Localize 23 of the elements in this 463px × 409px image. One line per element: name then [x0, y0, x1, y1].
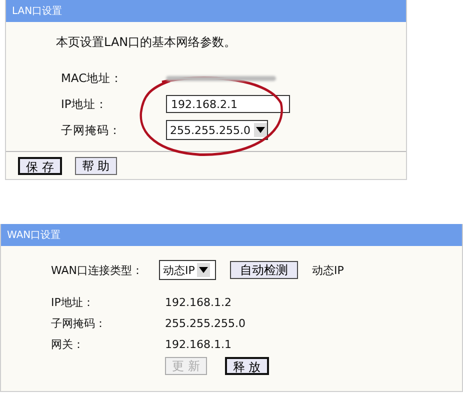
form-button[interactable]: 释 放 — [224, 357, 269, 375]
subnet-mask-dropdown[interactable]: 255.255.255.0 — [166, 120, 268, 140]
field-label: 网关： — [51, 337, 85, 352]
caret-icon — [256, 127, 266, 133]
field-label: 子网掩码： — [61, 122, 122, 138]
description-text: 本页设置LAN口的基本网络参数。 — [55, 34, 238, 51]
caret-icon — [198, 267, 208, 273]
field-label: WAN口连接类型： — [51, 262, 144, 278]
auto-detect-button[interactable]: 自动检测 — [230, 261, 298, 279]
ip-address-field[interactable]: 192.168.2.1 — [166, 95, 290, 113]
field-label: IP地址： — [51, 295, 95, 310]
connection-type-dropdown[interactable]: 动态IP — [159, 260, 216, 280]
field-label: 子网掩码： — [51, 316, 107, 331]
field-value: 255.255.255.0 — [165, 317, 246, 330]
form-button[interactable]: 保 存 — [18, 157, 62, 175]
panel-title: WAN口设置 — [7, 228, 61, 242]
field-label: MAC地址： — [61, 70, 124, 86]
panel-title: LAN口设置 — [12, 4, 62, 18]
field-label: IP地址： — [61, 96, 108, 112]
field-value: 192.168.1.2 — [165, 296, 232, 309]
form-button[interactable]: 帮 助 — [74, 157, 117, 175]
detected-type-text: 动态IP — [312, 262, 344, 278]
field-value: 192.168.1.1 — [165, 338, 232, 351]
